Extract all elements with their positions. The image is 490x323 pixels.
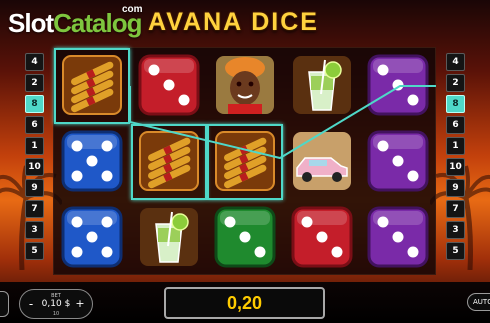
- win-display: 0,20: [164, 287, 325, 319]
- symbol-lady-icon: [207, 48, 283, 124]
- autoplay-button[interactable]: AUTO: [467, 293, 490, 311]
- symbol-car-icon: [284, 124, 360, 200]
- payline-right-3: 3: [446, 221, 465, 239]
- payline-right-8: 8: [446, 95, 465, 113]
- payline-left-4: 4: [25, 53, 44, 71]
- reel-grid: [53, 47, 436, 275]
- bet-selector: BET - 0,10 $ + 10: [19, 289, 93, 319]
- payline-right-4: 4: [446, 53, 465, 71]
- payline-right-7: 7: [446, 200, 465, 218]
- payline-right-6: 6: [446, 116, 465, 134]
- symbol-dice-purple-3-icon: [360, 200, 436, 276]
- watermark: SlotCatalog com: [8, 4, 143, 42]
- symbol-dice-blue-5-icon: [54, 124, 130, 200]
- symbol-dice-red-3-icon: [284, 200, 360, 276]
- symbol-dice-red-3-icon: [131, 48, 207, 124]
- payline-right-2: 2: [446, 74, 465, 92]
- payline-right-1: 1: [446, 137, 465, 155]
- payline-indicators-left: 4 2 8 6 1 10 9 7 3 5: [25, 53, 44, 263]
- bet-plus-button[interactable]: +: [74, 298, 86, 310]
- watermark-com: com: [122, 4, 143, 15]
- game-title: AVANA DICE: [148, 8, 319, 36]
- payline-left-7: 7: [25, 200, 44, 218]
- menu-button[interactable]: [0, 291, 9, 317]
- payline-left-2: 2: [25, 74, 44, 92]
- payline-right-9: 9: [446, 179, 465, 197]
- payline-left-1: 1: [25, 137, 44, 155]
- payline-left-10: 10: [25, 158, 44, 176]
- winning-symbol-frame: [54, 48, 130, 124]
- payline-left-9: 9: [25, 179, 44, 197]
- symbol-cocktail-icon: [131, 200, 207, 276]
- payline-right-10: 10: [446, 158, 465, 176]
- payline-left-6: 6: [25, 116, 44, 134]
- symbol-dice-purple-3-icon: [360, 124, 436, 200]
- bet-lines: 10: [52, 311, 60, 317]
- payline-left-8: 8: [25, 95, 44, 113]
- symbol-dice-purple-3-icon: [360, 48, 436, 124]
- symbol-dice-green-3-icon: [207, 200, 283, 276]
- payline-right-5: 5: [446, 242, 465, 260]
- payline-left-5: 5: [25, 242, 44, 260]
- payline-indicators-right: 4 2 8 6 1 10 9 7 3 5: [446, 53, 465, 263]
- symbol-cocktail-icon: [284, 48, 360, 124]
- payline-left-3: 3: [25, 221, 44, 239]
- symbol-dice-blue-5-icon: [54, 200, 130, 276]
- watermark-slot: Slot: [8, 8, 54, 38]
- winning-symbol-frame: [130, 124, 207, 200]
- winning-symbol-frame: [207, 124, 284, 200]
